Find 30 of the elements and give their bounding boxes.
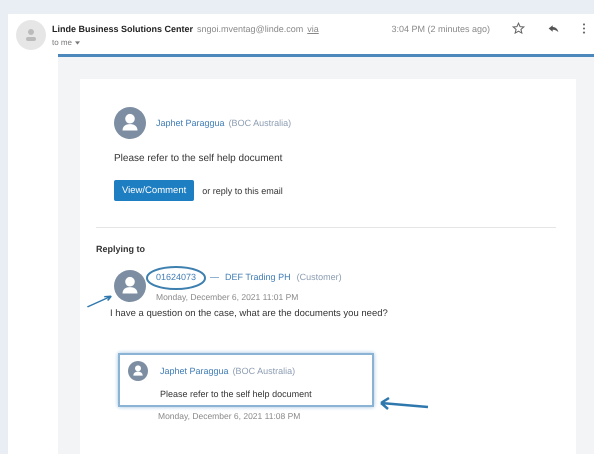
sender-name: Linde Business Solutions Center [52,24,194,34]
avatar-icon [114,107,146,139]
author-org: (BOC Australia) [232,366,296,376]
customer-role: (Customer) [296,272,342,282]
avatar-icon [128,361,148,381]
avatar-icon [114,270,146,302]
reply-hint: or reply to this email [202,186,283,196]
annotation-ellipse [146,266,206,290]
annotation-arrow [86,294,114,308]
message-text: Please refer to the self help document [114,153,284,164]
more-icon[interactable] [582,22,586,35]
author-name[interactable]: Japhet Paraggua [156,118,225,128]
message-date: Monday, December 6, 2021 11:08 PM [158,411,302,421]
question-text: I have a question on the case, what are the documents you need? [110,308,389,319]
annotation-arrow [378,397,430,411]
quoted-text: Please refer to the self help document [160,389,313,399]
view-comment-button[interactable]: View/Comment [114,180,194,201]
sender-address: sngoi.mventag@linde.com [197,24,304,34]
author-org: (BOC Australia) [228,118,292,128]
star-icon[interactable] [512,22,525,35]
message-date: Monday, December 6, 2021 11:01 PM [156,292,300,302]
avatar-icon [16,20,46,50]
recipient-label[interactable]: to me [52,38,72,47]
replying-heading: Replying to [96,244,146,254]
message-time: 3:04 PM (2 minutes ago) [391,23,490,34]
dash-separator: — [210,272,220,282]
customer-name[interactable]: DEF Trading PH [225,272,291,282]
via-link[interactable]: via [307,24,319,34]
author-name[interactable]: Japhet Paraggua [160,366,229,376]
caret-icon[interactable] [75,40,80,44]
